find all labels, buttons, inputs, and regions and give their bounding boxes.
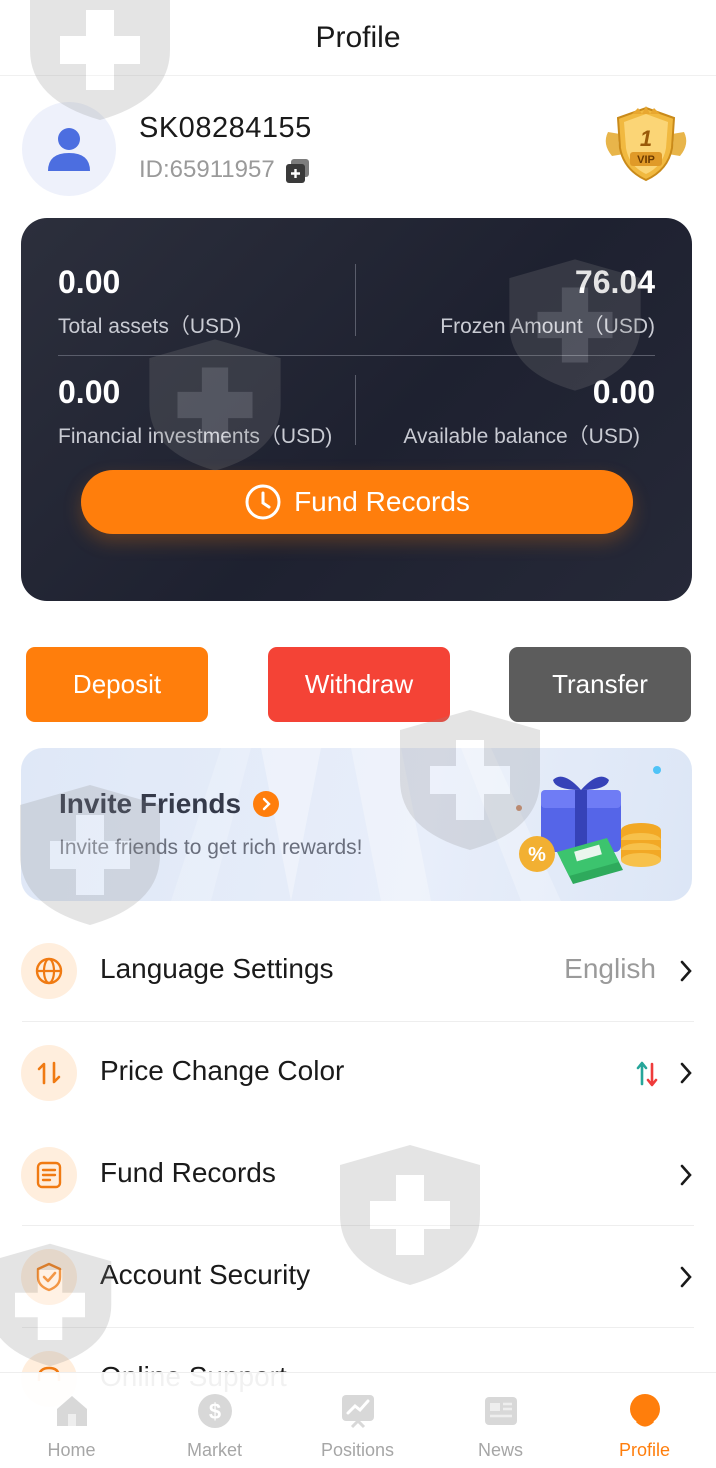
shield-check-icon [21, 1249, 77, 1305]
total-assets-label: Total assets（USD) [58, 315, 242, 338]
tab-home[interactable]: Home [0, 1373, 143, 1468]
vip-shield-icon: 1 VIP [605, 106, 687, 182]
chevron-right-icon [680, 960, 692, 982]
current-language: English [564, 953, 656, 984]
vip-level: 1 [640, 126, 652, 151]
deposit-button[interactable]: Deposit [26, 647, 208, 722]
available-balance-value: 0.00 [592, 374, 655, 410]
invite-title-row: Invite Friends [59, 788, 280, 820]
chart-icon [337, 1390, 379, 1432]
username: SK08284155 [139, 112, 312, 144]
chevron-right-icon [680, 1164, 692, 1186]
transfer-button[interactable]: Transfer [509, 647, 691, 722]
financial-investments-label: Financial investments（USD) [58, 425, 333, 448]
menu-item-fund-records[interactable]: Fund Records [0, 1124, 716, 1226]
invite-title: Invite Friends [59, 788, 242, 819]
home-icon [51, 1390, 93, 1432]
financial-investments-value: 0.00 [58, 374, 121, 410]
divider [58, 355, 655, 356]
divider [355, 264, 356, 336]
tab-label: Market [186, 1440, 242, 1460]
gift-rewards-icon: % [516, 766, 661, 884]
user-id-row: ID:65911957 [139, 156, 309, 184]
tab-label: Home [47, 1440, 96, 1460]
vip-label: VIP [637, 154, 655, 166]
fund-records-button[interactable]: Fund Records [81, 470, 633, 534]
svg-text:$: $ [208, 1399, 220, 1424]
profile-icon [624, 1390, 666, 1432]
total-assets-value: 0.00 [58, 264, 121, 300]
document-icon [21, 1147, 77, 1203]
invite-subtitle: Invite friends to get rich rewards! [59, 836, 363, 859]
invite-friends-banner[interactable]: Invite Friends Invite friends to get ric… [21, 748, 692, 901]
tab-profile[interactable]: Profile [573, 1373, 716, 1468]
chevron-right-icon [680, 1062, 692, 1084]
arrow-right-circle-icon [253, 791, 280, 817]
menu-item-label: Fund Records [100, 1157, 276, 1188]
globe-icon [21, 943, 77, 999]
tab-label: News [477, 1440, 523, 1460]
divider [355, 375, 356, 445]
tab-news[interactable]: News [429, 1373, 572, 1468]
menu-item-label: Account Security [100, 1259, 311, 1290]
percent-badge: % [528, 844, 546, 866]
frozen-amount-label: Frozen Amount（USD) [440, 315, 655, 338]
user-id: ID:65911957 [139, 156, 275, 183]
clock-icon [245, 484, 281, 520]
menu-item-account-security[interactable]: Account Security [0, 1226, 716, 1328]
menu-item-label: Price Change Color [100, 1055, 345, 1086]
bottom-tab-bar: Home $ Market Positions News Profile [0, 1372, 716, 1468]
newspaper-icon [480, 1390, 522, 1432]
tab-market[interactable]: $ Market [143, 1373, 286, 1468]
swap-icon [21, 1045, 77, 1101]
user-info: SK08284155 ID:65911957 1 VIP [22, 100, 694, 198]
tab-label: Profile [618, 1440, 671, 1460]
top-bar: Profile [0, 0, 716, 76]
withdraw-button[interactable]: Withdraw [268, 647, 450, 722]
tab-label: Positions [320, 1440, 395, 1460]
menu-item-price-change-color[interactable]: Price Change Color [0, 1022, 716, 1124]
action-buttons: Deposit Withdraw Transfer [26, 647, 691, 722]
fund-records-label: Fund Records [294, 486, 470, 517]
rise-fall-arrows-icon [636, 1061, 658, 1087]
tab-positions[interactable]: Positions [286, 1373, 429, 1468]
chevron-right-icon [680, 1266, 692, 1288]
avatar[interactable] [22, 102, 116, 196]
assets-card: 0.00 Total assets（USD) 76.04 Frozen Amou… [21, 218, 692, 601]
page-title: Profile [315, 20, 401, 54]
copy-icon[interactable] [285, 158, 309, 183]
available-balance-label: Available balance（USD) [403, 425, 640, 448]
frozen-amount-value: 76.04 [574, 264, 655, 300]
user-icon [48, 128, 90, 171]
menu-item-language-settings[interactable]: Language Settings English [0, 920, 716, 1022]
vip-badge: 1 VIP [598, 104, 694, 184]
dollar-coin-icon: $ [194, 1390, 236, 1432]
menu-item-label: Language Settings [100, 953, 334, 984]
